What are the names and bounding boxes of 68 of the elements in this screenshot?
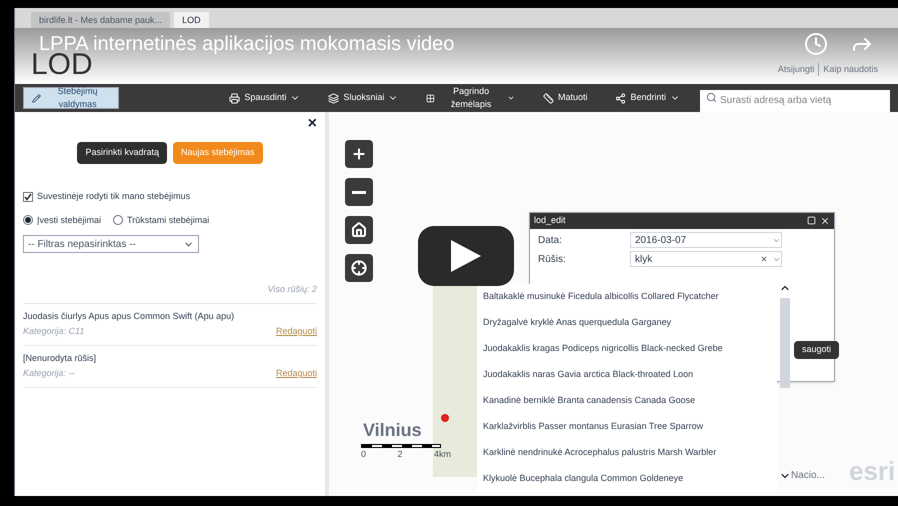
- save-button[interactable]: saugoti: [794, 341, 840, 359]
- form-field[interactable]: 2016-03-07: [630, 232, 782, 248]
- browser-tab[interactable]: LOD: [174, 12, 209, 28]
- record-category: Kategorija: --: [23, 367, 75, 380]
- species-total: Viso rūšių: 2: [268, 283, 317, 296]
- suggestion-item[interactable]: Dryžagalvė kryklė Anas querquedula Garganey: [483, 310, 777, 336]
- plus-icon: [351, 146, 367, 162]
- toolbar-button[interactable]: Bendrinti: [607, 87, 688, 109]
- record-title: [Nenurodyta rūšis]: [23, 352, 98, 365]
- suggestion-item[interactable]: Juodakaklis kragas Podiceps nigricollis Black-necked Grebe: [483, 336, 777, 362]
- close-icon[interactable]: [820, 216, 830, 226]
- suggestion-item[interactable]: Klykuolė Bucephala clangula Common Goldeneye: [483, 466, 777, 492]
- toolbar-icon: [542, 92, 554, 104]
- radio-label: Įvesti stebėjimai: [37, 214, 102, 227]
- suggestion-item[interactable]: Baltakaklė musinukė Ficedula albicollis Collared Flycatcher: [483, 284, 777, 310]
- check-icon: [24, 192, 32, 201]
- record-title: Juodasis čiurlys Apus apus Common Swift (Apu apu): [23, 310, 236, 323]
- suggestion-item[interactable]: Juodakaklis naras Gavia arctica Black-throated Loon: [483, 362, 777, 388]
- toolbar-icon: [229, 92, 240, 104]
- scale-label: 0: [361, 448, 366, 461]
- suggestion-item[interactable]: Karklažvirblis Passer montanus Eurasian Tree Sparrow: [483, 414, 777, 440]
- scale-label: 4km: [434, 448, 451, 461]
- user-link[interactable]: Atsijungti: [778, 62, 814, 76]
- field-label: Data:: [538, 234, 563, 248]
- user-link[interactable]: Kaip naudotis: [818, 62, 878, 76]
- dialog-title: lod_edit: [534, 214, 566, 228]
- browser-tab[interactable]: birdlife.lt - Mes dabame pauk...: [31, 12, 170, 28]
- play-button[interactable]: [418, 226, 514, 286]
- minus-icon: [352, 190, 366, 194]
- app-logo: LOD: [31, 50, 93, 80]
- home-button[interactable]: [345, 216, 373, 244]
- scrollbar-thumb[interactable]: [780, 298, 790, 388]
- toolbar-button[interactable]: Spausdinti: [221, 87, 308, 109]
- toolbar-button[interactable]: Pagrindo žemėlapis: [418, 87, 523, 109]
- radio-button[interactable]: [23, 215, 33, 226]
- play-icon: [451, 240, 481, 272]
- city-label: Vilnius: [363, 419, 422, 442]
- search-icon: [706, 92, 717, 103]
- form-field[interactable]: klyk: [630, 251, 782, 267]
- suggestion-item[interactable]: Karklinė nendrinukė Acrocephalus palustris Marsh Warbler: [483, 440, 777, 466]
- zoom-out-button[interactable]: [345, 178, 373, 206]
- filter-dropdown[interactable]: -- Filtras nepasirinktas --: [23, 235, 199, 253]
- record-category: Kategorija: C11: [23, 325, 84, 338]
- toolbar-button[interactable]: Matuoti: [534, 87, 596, 109]
- toolbar-icon: [32, 92, 41, 104]
- locate-button[interactable]: [345, 254, 373, 282]
- toolbar-button[interactable]: Sluoksniai: [320, 87, 406, 109]
- radio-label: Trūkstami stebėjimai: [127, 214, 210, 227]
- zoom-in-button[interactable]: [345, 140, 373, 168]
- checkbox[interactable]: [23, 192, 33, 202]
- radio-button[interactable]: [113, 215, 124, 226]
- crosshair-icon: [351, 260, 367, 276]
- suggestion-item[interactable]: Kanadinė berniklė Branta canadensis Canada Goose: [483, 388, 777, 414]
- toolbar-button[interactable]: Stebėjimų valdymas: [23, 87, 120, 109]
- field-label: Rūšis:: [538, 252, 567, 266]
- clear-icon[interactable]: [760, 255, 768, 263]
- home-icon: [351, 222, 367, 238]
- toolbar-icon: [328, 92, 340, 104]
- checkbox-label: Suvestinėje rodyti tik mano stebėjimus: [37, 190, 190, 203]
- close-button[interactable]: ×: [308, 116, 317, 132]
- map-attribution: Nacio...: [791, 469, 825, 483]
- scale-label: 2: [397, 448, 402, 461]
- toolbar-icon: [615, 92, 626, 104]
- maximize-icon[interactable]: [807, 216, 816, 225]
- panel-button[interactable]: Pasirinkti kvadratą: [77, 142, 167, 164]
- clock-icon[interactable]: [804, 32, 828, 56]
- search-field[interactable]: Surasti adresą arba vietą: [700, 90, 890, 112]
- toolbar-icon: [426, 92, 436, 104]
